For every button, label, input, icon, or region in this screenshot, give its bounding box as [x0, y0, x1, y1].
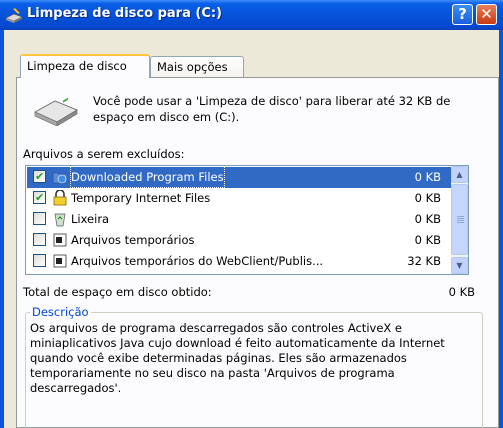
- description-group: Descrição Os arquivos de programa descar…: [25, 305, 483, 428]
- document-icon: [53, 254, 67, 268]
- files-list[interactable]: Downloaded Program Files 0 KB Temporary …: [25, 165, 469, 275]
- item-size: 0 KB: [414, 233, 441, 247]
- dialog-client-area: Limpeza de disco Mais opções Você pode u…: [4, 30, 499, 428]
- item-size: 0 KB: [414, 212, 441, 226]
- intro-text: Você pode usar a 'Limpeza de disco' para…: [93, 94, 451, 124]
- item-name: Downloaded Program Files: [70, 166, 225, 188]
- item-checkbox[interactable]: [33, 188, 46, 208]
- list-item[interactable]: Lixeira 0 KB: [27, 209, 451, 230]
- window-title: Limpeza de disco para (C:): [27, 6, 222, 21]
- item-size: 0 KB: [414, 170, 441, 184]
- list-item[interactable]: Arquivos temporários 0 KB: [27, 230, 451, 251]
- item-checkbox[interactable]: [33, 212, 46, 225]
- title-bar[interactable]: Limpeza de disco para (C:) ? ✕: [0, 0, 503, 30]
- item-checkbox[interactable]: [33, 233, 46, 246]
- item-size: 32 KB: [407, 254, 441, 268]
- scroll-thumb[interactable]: [451, 184, 468, 255]
- total-space-label: Total de espaço em disco obtido:: [23, 285, 212, 299]
- document-icon: [53, 233, 67, 247]
- tab-mais-opcoes[interactable]: Mais opções: [150, 56, 244, 78]
- tab-limpeza-de-disco[interactable]: Limpeza de disco: [20, 54, 150, 78]
- recycle-bin-icon: [54, 213, 66, 227]
- description-title: Descrição: [30, 305, 91, 319]
- description-text: Os arquivos de programa descarregados sã…: [30, 321, 445, 395]
- folder-globe-icon: [52, 172, 68, 184]
- disk-cleanup-icon: [5, 7, 23, 23]
- item-checkbox[interactable]: [33, 167, 46, 187]
- help-button[interactable]: ?: [452, 4, 473, 25]
- hard-drive-icon: [34, 97, 78, 126]
- item-name: Arquivos temporários: [71, 233, 195, 247]
- item-name: Arquivos temporários do WebClient/Publis…: [71, 254, 324, 268]
- scroll-up-icon[interactable]: ▲: [451, 166, 468, 183]
- item-size: 0 KB: [414, 191, 441, 205]
- total-space-value: 0 KB: [448, 285, 475, 299]
- list-item[interactable]: Downloaded Program Files 0 KB: [27, 166, 451, 188]
- disk-cleanup-window: Limpeza de disco para (C:) ? ✕ Limpeza d…: [0, 0, 503, 428]
- files-to-delete-label: Arquivos a serem excluídos:: [23, 147, 185, 161]
- item-name: Lixeira: [71, 212, 110, 226]
- list-scrollbar[interactable]: ▲ ▼: [451, 166, 468, 274]
- list-item[interactable]: Arquivos temporários do WebClient/Publis…: [27, 251, 451, 272]
- item-name: Temporary Internet Files: [71, 191, 211, 205]
- item-checkbox[interactable]: [33, 254, 46, 267]
- scroll-down-icon[interactable]: ▼: [451, 257, 468, 274]
- lock-icon: [53, 190, 67, 206]
- close-button[interactable]: ✕: [476, 4, 497, 25]
- tab-panel: Você pode usar a 'Limpeza de disco' para…: [16, 77, 499, 428]
- list-item[interactable]: Temporary Internet Files 0 KB: [27, 188, 451, 209]
